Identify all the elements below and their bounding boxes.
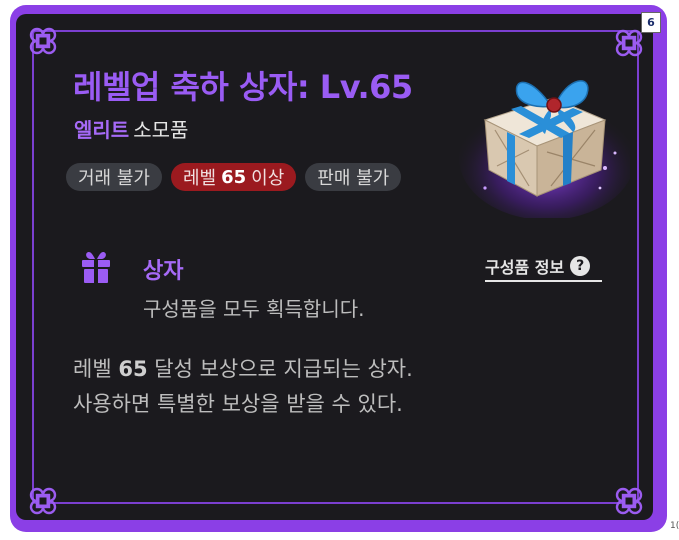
item-grade: 엘리트 — [74, 118, 130, 142]
tag-level-value: 65 — [221, 166, 247, 188]
item-title: 레벨업 축하 상자: Lv.65 — [73, 68, 413, 106]
tag-level-requirement: 레벨 65 이상 — [170, 163, 297, 191]
item-type-description: 구성품을 모두 획득합니다. — [143, 297, 365, 321]
corner-ornament-icon — [612, 484, 646, 518]
components-info-label: 구성품 정보 — [485, 258, 565, 277]
item-flavor-text: 레벨 65 달성 보상으로 지급되는 상자. 사용하면 특별한 보상을 받을 수… — [73, 352, 413, 422]
corner-ornament-icon — [26, 484, 60, 518]
question-circle-icon: ? — [570, 256, 591, 276]
gift-box-image — [455, 58, 635, 220]
item-grade-line: 엘리트 소모품 — [74, 114, 188, 143]
page-number-badge: 6 — [641, 12, 661, 33]
item-category: 소모품 — [133, 118, 189, 142]
item-tags: 거래 불가 레벨 65 이상 판매 불가 — [66, 163, 402, 191]
flavor-line-1: 레벨 65 달성 보상으로 지급되는 상자. — [73, 357, 413, 381]
gift-icon — [80, 250, 112, 284]
item-type-label: 상자 — [143, 259, 184, 284]
flavor-line-2: 사용하면 특별한 보상을 받을 수 있다. — [73, 392, 403, 416]
components-info-underline — [485, 280, 602, 282]
components-info-button[interactable]: 구성품 정보 ? — [485, 254, 591, 278]
tag-level-prefix: 레벨 — [182, 168, 217, 189]
tag-trade: 거래 불가 — [66, 163, 162, 191]
tag-sell: 판매 불가 — [305, 163, 402, 191]
edge-mark: 1( — [670, 521, 679, 531]
tag-level-suffix: 이상 — [251, 168, 285, 189]
corner-ornament-icon — [26, 24, 60, 58]
